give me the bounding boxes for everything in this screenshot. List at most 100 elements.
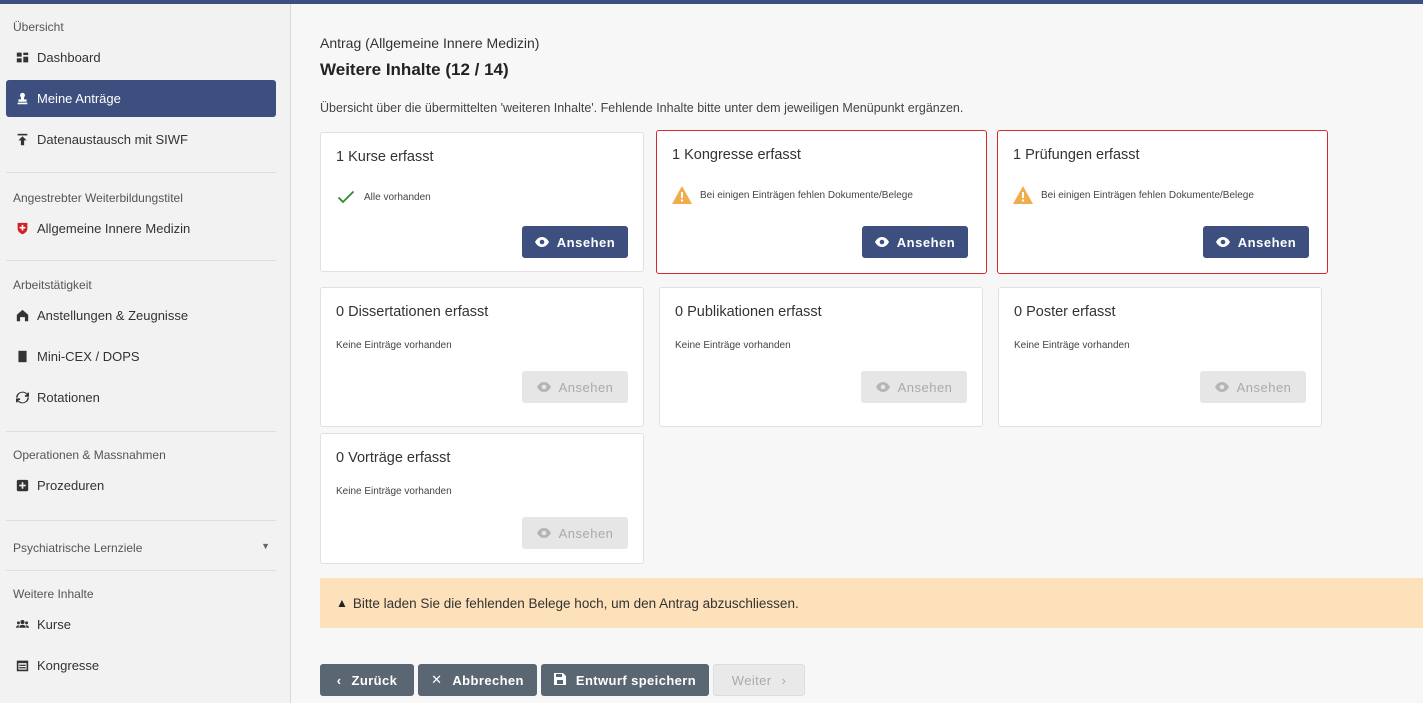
sidebar-item-label: Anstellungen & Zeugnisse <box>37 308 189 323</box>
card-title: 1 Prüfungen erfasst <box>1013 147 1140 163</box>
page-description: Übersicht über die übermittelten 'weiter… <box>320 101 964 115</box>
card-status: Bei einigen Einträgen fehlen Dokumente/B… <box>1013 186 1254 204</box>
upload-icon <box>14 132 30 148</box>
sidebar-section-psych[interactable]: Psychiatrische Lernziele <box>13 541 142 555</box>
content-card-pruefungen: 1 Prüfungen erfasst Bei einigen Einträge… <box>997 130 1328 274</box>
sidebar-divider <box>6 520 276 521</box>
view-button[interactable]: Ansehen <box>862 226 968 258</box>
stamp-icon <box>14 91 30 107</box>
eye-icon <box>534 237 549 247</box>
card-status-text: Bei einigen Einträgen fehlen Dokumente/B… <box>700 189 913 201</box>
view-button-label: Ansehen <box>897 379 953 395</box>
warning-icon: ▲ <box>336 596 348 610</box>
warning-icon <box>672 186 692 204</box>
view-button-label: Ansehen <box>558 379 614 395</box>
card-status-text: Keine Einträge vorhanden <box>336 340 452 351</box>
view-button[interactable]: Ansehen <box>522 517 628 549</box>
content-card-publikationen: 0 Publikationen erfasst Keine Einträge v… <box>659 287 983 427</box>
eye-icon <box>875 382 890 392</box>
sidebar-item-label: Datenaustausch mit SIWF <box>37 132 188 147</box>
sidebar-item-kongresse[interactable]: Kongresse <box>6 647 276 684</box>
view-button-label: Ansehen <box>556 234 616 250</box>
sidebar-section-overview: Übersicht <box>13 20 64 34</box>
page-subtitle: Antrag (Allgemeine Innere Medizin) <box>320 35 540 51</box>
next-button[interactable]: Weiter › <box>713 664 805 696</box>
sidebar-divider <box>6 570 276 571</box>
view-button[interactable]: Ansehen <box>522 371 628 403</box>
page-title: Weitere Inhalte (12 / 14) <box>320 60 509 79</box>
card-status: Alle vorhanden <box>336 188 431 206</box>
cancel-button-label: Abbrechen <box>452 672 524 688</box>
view-button-label: Ansehen <box>1237 234 1297 250</box>
eye-icon <box>1214 382 1229 392</box>
card-title: 0 Publikationen erfasst <box>675 304 822 320</box>
card-status-text: Alle vorhanden <box>364 191 431 203</box>
sidebar-item-allgemeine-innere-medizin[interactable]: Allgemeine Innere Medizin <box>6 210 276 247</box>
sidebar-item-mini-cex[interactable]: Mini-CEX / DOPS <box>6 338 276 375</box>
view-button[interactable]: Ansehen <box>1203 226 1309 258</box>
book-icon <box>14 349 30 365</box>
warning-icon <box>1013 186 1033 204</box>
save-icon <box>553 672 566 688</box>
view-button[interactable]: Ansehen <box>522 226 628 258</box>
sidebar-item-meine-antraege[interactable]: Meine Anträge <box>6 80 276 117</box>
close-icon: ✕ <box>431 672 443 687</box>
card-status-text: Keine Einträge vorhanden <box>1014 340 1130 351</box>
view-button[interactable]: Ansehen <box>861 371 967 403</box>
eye-icon <box>536 528 551 538</box>
content-card-dissertationen: 0 Dissertationen erfasst Keine Einträge … <box>320 287 644 427</box>
medical-plus-icon <box>14 478 30 494</box>
back-button[interactable]: ‹ Zurück <box>320 664 414 696</box>
cancel-button[interactable]: ✕ Abbrechen <box>418 664 537 696</box>
sidebar-item-datenaustausch[interactable]: Datenaustausch mit SIWF <box>6 121 276 158</box>
house-icon <box>14 308 30 324</box>
sidebar-item-rotationen[interactable]: Rotationen <box>6 379 276 416</box>
eye-icon <box>536 382 551 392</box>
chevron-right-icon: › <box>781 672 787 688</box>
sidebar-item-kurse[interactable]: Kurse <box>6 606 276 643</box>
sidebar-section-title: Angestrebter Weiterbildungstitel <box>13 191 183 205</box>
dashboard-icon <box>14 50 30 66</box>
sidebar-item-label: Dashboard <box>37 50 101 65</box>
sidebar-item-label: Prozeduren <box>37 478 105 493</box>
next-button-label: Weiter <box>731 672 772 688</box>
card-title: 0 Poster erfasst <box>1014 304 1116 320</box>
card-title: 0 Vorträge erfasst <box>336 450 451 466</box>
card-title: 0 Dissertationen erfasst <box>336 304 489 320</box>
sidebar-item-anstellungen[interactable]: Anstellungen & Zeugnisse <box>6 297 276 334</box>
chevron-down-icon[interactable]: ▼ <box>261 541 270 551</box>
sidebar-section-work: Arbeitstätigkeit <box>13 278 92 292</box>
sync-icon <box>14 390 30 406</box>
chevron-left-icon: ‹ <box>336 672 342 688</box>
view-button[interactable]: Ansehen <box>1200 371 1306 403</box>
save-draft-button[interactable]: Entwurf speichern <box>541 664 709 696</box>
sidebar-item-label: Meine Anträge <box>37 91 121 106</box>
view-button-label: Ansehen <box>1236 379 1292 395</box>
sidebar-item-prozeduren[interactable]: Prozeduren <box>6 467 276 504</box>
sidebar-item-label: Kongresse <box>37 658 100 673</box>
card-title: 1 Kongresse erfasst <box>672 147 801 163</box>
sidebar-section-ops: Operationen & Massnahmen <box>13 448 166 462</box>
card-status-text: Keine Einträge vorhanden <box>675 340 791 351</box>
card-title: 1 Kurse erfasst <box>336 149 434 165</box>
sidebar-item-label: Kurse <box>37 617 71 632</box>
sidebar-item-dashboard[interactable]: Dashboard <box>6 39 276 76</box>
sidebar-item-label: Rotationen <box>37 390 100 405</box>
content-card-poster: 0 Poster erfasst Keine Einträge vorhande… <box>998 287 1322 427</box>
calendar-icon <box>14 658 30 674</box>
view-button-label: Ansehen <box>558 525 614 541</box>
sidebar-divider <box>6 172 276 173</box>
sidebar-section-more: Weitere Inhalte <box>13 587 94 601</box>
alert-text: Bitte laden Sie die fehlenden Belege hoc… <box>352 595 799 611</box>
sidebar-item-label: Allgemeine Innere Medizin <box>37 221 191 236</box>
check-icon <box>336 188 356 206</box>
content-card-kurse: 1 Kurse erfasst Alle vorhanden Ansehen <box>320 132 644 272</box>
eye-icon <box>874 237 889 247</box>
sidebar-item-label: Mini-CEX / DOPS <box>37 349 140 364</box>
users-icon <box>14 617 30 633</box>
sidebar: Übersicht Dashboard Meine Anträge Datena… <box>0 4 291 703</box>
back-button-label: Zurück <box>351 672 398 688</box>
main-content: Antrag (Allgemeine Innere Medizin) Weite… <box>292 4 1423 703</box>
save-draft-button-label: Entwurf speichern <box>575 672 697 688</box>
content-card-kongresse: 1 Kongresse erfasst Bei einigen Einträge… <box>656 130 987 274</box>
